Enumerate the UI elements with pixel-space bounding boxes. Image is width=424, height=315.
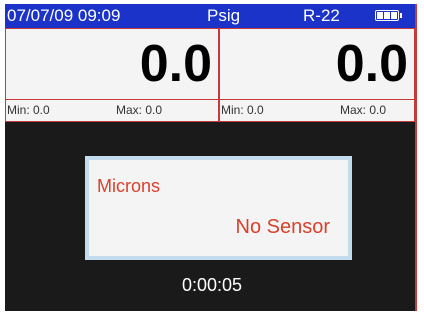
vacuum-sensor-box: Microns No Sensor [85,156,352,260]
refrigerant-type: R-22 [303,6,340,25]
left-minmax-row: Min: 0.0 Max: 0.0 [6,99,218,120]
elapsed-timer: 0:00:05 [181,275,243,295]
right-max-value: Max: 0.0 [340,103,387,117]
left-pressure-reading: 0.0 [139,35,212,93]
left-min-value: Min: 0.0 [7,103,50,117]
status-bar: 07/07/09 09:09 Psig R-22 [5,4,415,28]
vacuum-title: Microns [97,176,161,196]
right-minmax-row: Min: 0.0 Max: 0.0 [220,99,414,120]
date-time: 07/07/09 09:09 [7,6,121,25]
left-pressure-panel: 0.0 Min: 0.0 Max: 0.0 [5,28,219,122]
battery-full-icon [375,10,402,21]
sensor-status: No Sensor [235,216,331,238]
right-pressure-panel: 0.0 Min: 0.0 Max: 0.0 [219,28,415,122]
pressure-unit: Psig [207,6,241,25]
left-max-value: Max: 0.0 [116,103,163,117]
right-min-value: Min: 0.0 [221,103,264,117]
right-pressure-reading: 0.0 [335,35,408,93]
